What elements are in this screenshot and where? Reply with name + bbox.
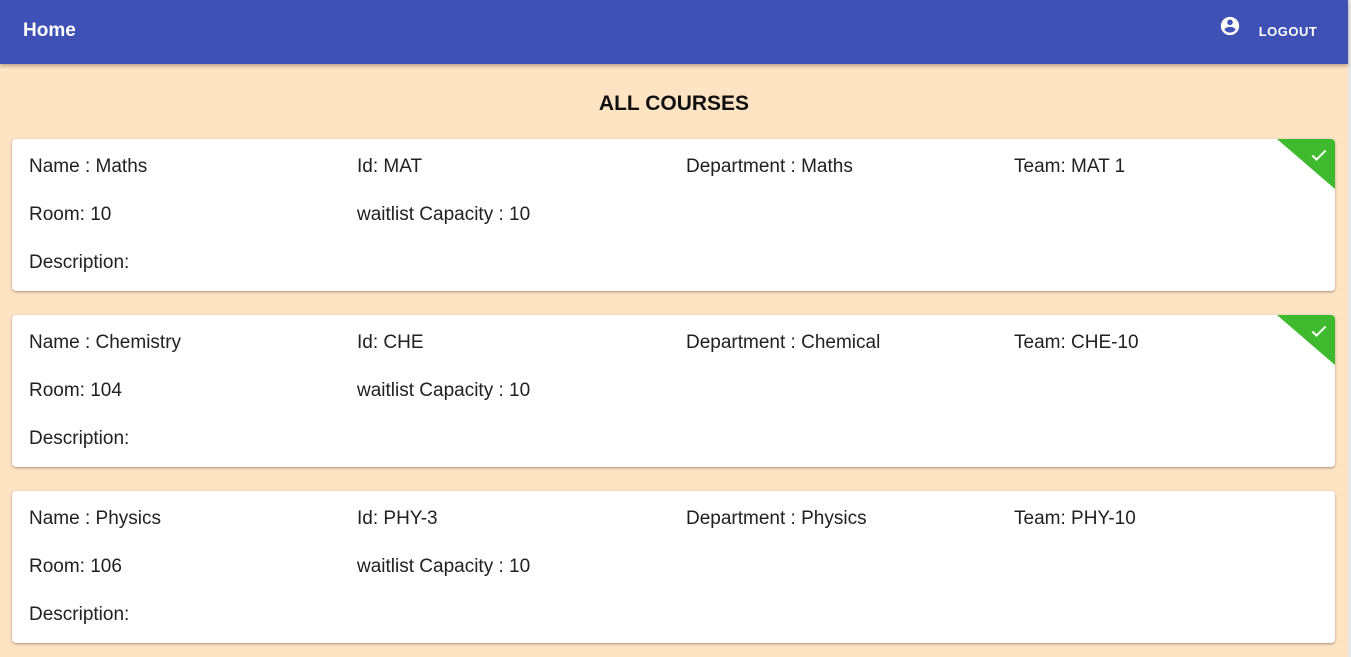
course-card-chemistry[interactable]: Name : Chemistry Id: CHE Department : Ch… [12,315,1335,467]
course-waitlist-capacity: waitlist Capacity : 10 [357,380,531,401]
course-name: Name : Physics [29,508,161,529]
account-circle-icon[interactable] [1219,15,1241,37]
check-icon [1309,321,1329,341]
course-department: Department : Physics [686,508,867,529]
course-waitlist-capacity: waitlist Capacity : 10 [357,556,531,577]
page-title: ALL COURSES [598,92,750,115]
course-team: Team: MAT 1 [1014,156,1126,177]
check-icon [1309,145,1329,165]
course-waitlist-capacity: waitlist Capacity : 10 [357,204,531,225]
course-team: Team: PHY-10 [1014,508,1136,529]
course-room: Room: 10 [29,204,112,225]
course-name: Name : Maths [29,156,148,177]
course-id: Id: PHY-3 [357,508,438,529]
course-description: Description: [29,252,130,273]
course-id: Id: MAT [357,156,423,177]
course-room: Room: 104 [29,380,122,401]
course-department: Department : Maths [686,156,853,177]
course-name: Name : Chemistry [29,332,182,353]
course-room: Room: 106 [29,556,122,577]
home-title[interactable]: Home [23,20,76,42]
course-card-physics[interactable]: Name : Physics Id: PHY-3 Department : Ph… [12,491,1335,643]
logout-button[interactable]: LOGOUT [1249,18,1327,46]
course-description: Description: [29,428,130,449]
course-department: Department : Chemical [686,332,881,353]
app-bar: Home LOGOUT [0,0,1348,64]
course-card-maths[interactable]: Name : Maths Id: MAT Department : Maths … [12,139,1335,291]
course-description: Description: [29,604,130,625]
course-team: Team: CHE-10 [1014,332,1139,353]
course-id: Id: CHE [357,332,424,353]
